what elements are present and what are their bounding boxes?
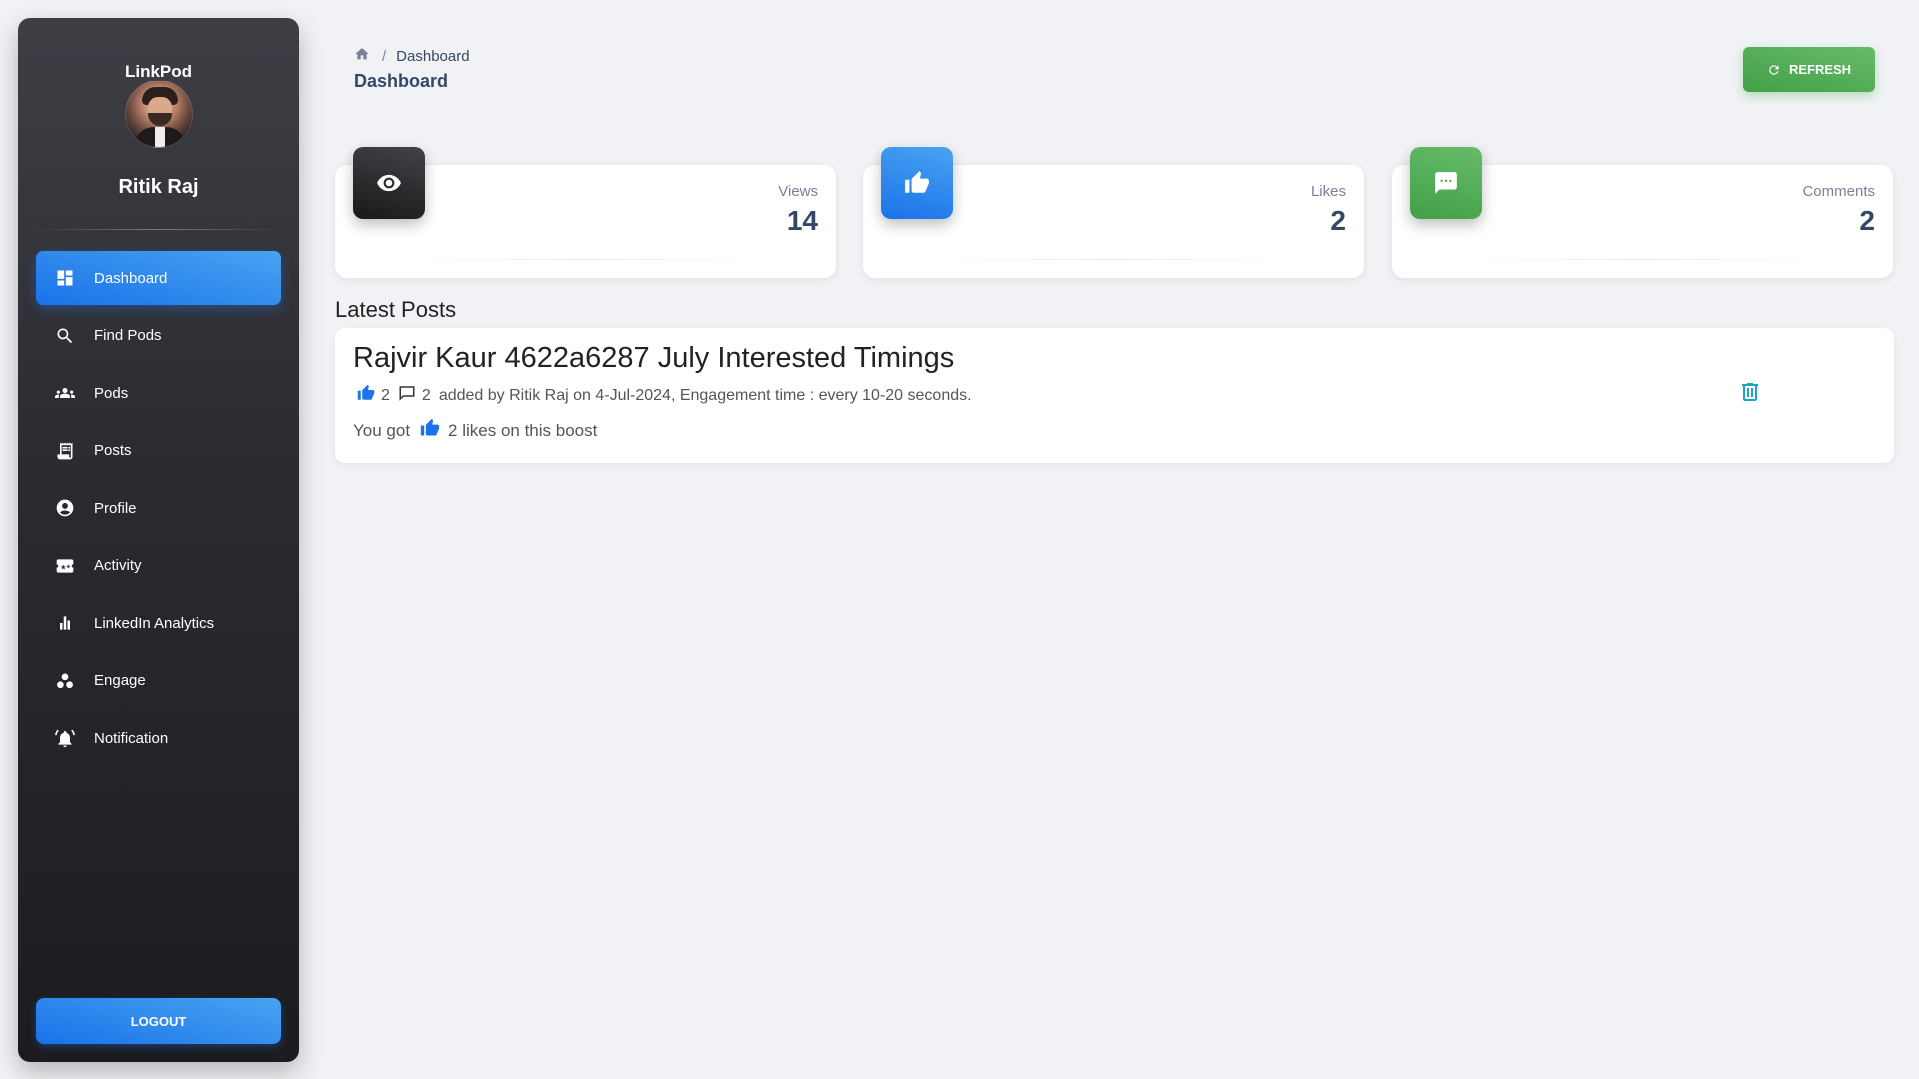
bar-chart-icon bbox=[55, 613, 75, 633]
stat-card-views: Views 14 bbox=[335, 147, 836, 278]
post-meta-text: added by Ritik Raj on 4-Jul-2024, Engage… bbox=[438, 386, 972, 404]
avatar bbox=[125, 80, 193, 148]
receipt-icon bbox=[55, 441, 75, 461]
stat-value: 2 bbox=[1859, 205, 1875, 236]
sidebar-item-linkedin-analytics[interactable]: LinkedIn Analytics bbox=[36, 596, 281, 650]
dashboard-icon bbox=[55, 268, 75, 288]
sidebar-item-engage[interactable]: Engage bbox=[36, 654, 281, 708]
trash-icon bbox=[1742, 383, 1758, 401]
sidebar-item-dashboard[interactable]: Dashboard bbox=[36, 251, 281, 305]
sidebar-item-label: Posts bbox=[94, 442, 132, 459]
sidebar-divider bbox=[36, 229, 281, 230]
stat-value: 14 bbox=[786, 205, 818, 236]
page-title: Dashboard bbox=[354, 71, 449, 91]
refresh-icon bbox=[1769, 64, 1779, 75]
groups-icon bbox=[55, 383, 75, 403]
sidebar-item-label: Profile bbox=[94, 499, 137, 517]
latest-posts-title: Latest Posts bbox=[335, 297, 457, 322]
delete-post-button[interactable] bbox=[1738, 380, 1762, 404]
sidebar-item-profile[interactable]: Profile bbox=[36, 481, 281, 535]
refresh-button[interactable]: REFRESH bbox=[1743, 47, 1875, 92]
post-title[interactable]: Rajvir Kaur 4622a6287 July Interested Ti… bbox=[353, 342, 954, 375]
stat-label: Views bbox=[778, 183, 818, 200]
account-circle-icon bbox=[55, 498, 75, 518]
breadcrumb: / Dashboard bbox=[354, 46, 470, 66]
refresh-label: REFRESH bbox=[1788, 62, 1852, 77]
comment-icon bbox=[1410, 147, 1482, 219]
sidebar: LinkPod Ritik Raj Dashboard Find Pods Po… bbox=[18, 18, 299, 1062]
card-divider bbox=[923, 259, 1304, 260]
thumb-up-icon bbox=[357, 384, 375, 407]
brand-name[interactable]: LinkPod bbox=[18, 62, 299, 82]
thumb-up-icon bbox=[881, 147, 953, 219]
post-comments-count: 2 bbox=[421, 386, 431, 404]
sidebar-item-activity[interactable]: Activity bbox=[36, 539, 281, 593]
stat-card-comments: Comments 2 bbox=[1392, 147, 1893, 278]
sidebar-item-label: Notification bbox=[94, 729, 169, 747]
workspaces-icon bbox=[55, 671, 75, 691]
eye-icon bbox=[353, 147, 425, 219]
user-name: Ritik Raj bbox=[118, 176, 199, 198]
post-likes-count: 2 bbox=[381, 386, 390, 404]
sidebar-nav: Dashboard Find Pods Pods Posts Profile A… bbox=[36, 251, 281, 769]
alarm-icon bbox=[55, 728, 75, 748]
home-icon[interactable] bbox=[354, 46, 370, 66]
breadcrumb-current: Dashboard bbox=[396, 47, 470, 65]
sidebar-item-notification[interactable]: Notification bbox=[36, 711, 281, 765]
thumb-up-icon bbox=[420, 418, 440, 443]
ticket-icon bbox=[55, 556, 75, 576]
boost-suffix: 2 likes on this boost bbox=[448, 420, 598, 440]
post-boost-summary: You got 2 likes on this boost bbox=[353, 418, 597, 443]
breadcrumb-separator: / bbox=[382, 47, 387, 65]
card-divider bbox=[395, 259, 776, 260]
search-icon bbox=[55, 326, 75, 346]
sidebar-item-posts[interactable]: Posts bbox=[36, 424, 281, 478]
stat-label: Comments bbox=[1802, 183, 1875, 200]
stat-value: 2 bbox=[1330, 205, 1346, 236]
sidebar-item-label: Pods bbox=[94, 384, 129, 402]
post-meta: 2 2 added by Ritik Raj on 4-Jul-2024, En… bbox=[357, 384, 972, 407]
sidebar-item-label: Engage bbox=[94, 672, 146, 689]
stat-card-likes: Likes 2 bbox=[863, 147, 1364, 278]
sidebar-item-pods[interactable]: Pods bbox=[36, 366, 281, 420]
post-card: Rajvir Kaur 4622a6287 July Interested Ti… bbox=[335, 328, 1894, 463]
sidebar-item-label: Activity bbox=[94, 557, 142, 574]
sidebar-item-label: Find Pods bbox=[94, 327, 162, 344]
logout-button[interactable]: LOGOUT bbox=[36, 998, 281, 1044]
sidebar-item-label: LinkedIn Analytics bbox=[94, 614, 215, 632]
stat-label: Likes bbox=[1310, 183, 1346, 200]
sidebar-item-label: Dashboard bbox=[94, 269, 168, 287]
boost-prefix: You got bbox=[353, 420, 411, 440]
card-divider bbox=[1452, 259, 1833, 260]
comment-icon bbox=[398, 384, 416, 407]
sidebar-item-find-pods[interactable]: Find Pods bbox=[36, 309, 281, 363]
